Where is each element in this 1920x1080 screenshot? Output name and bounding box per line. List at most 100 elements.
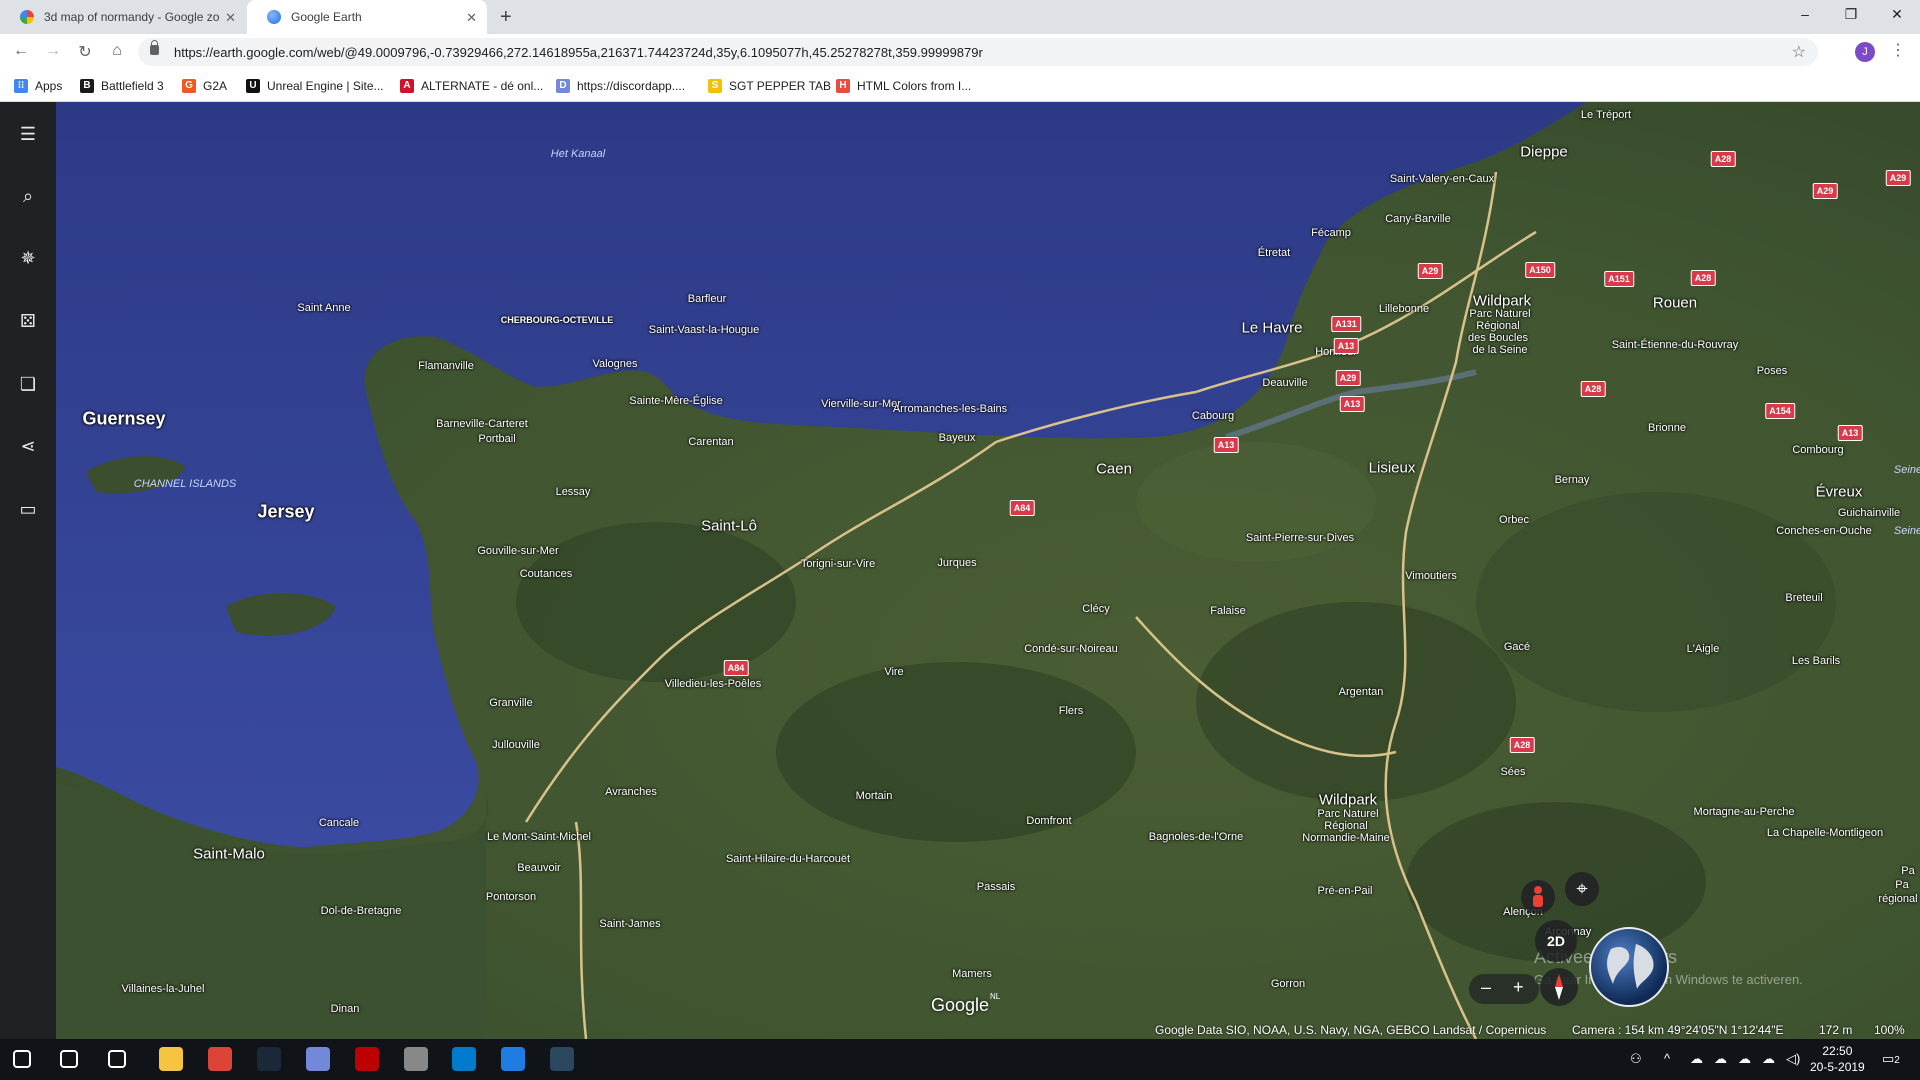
place-label: Cancale xyxy=(318,817,360,829)
onedrive-3-icon[interactable]: ☁ xyxy=(1738,1051,1751,1067)
mini-globe-icon[interactable] xyxy=(1589,927,1669,1007)
projects-icon[interactable]: ❏ xyxy=(14,370,42,398)
zoom-readout: 100% xyxy=(1874,1023,1905,1037)
voyager-icon[interactable]: ✵ xyxy=(14,244,42,272)
place-label: Normandie-Maine xyxy=(1302,832,1390,844)
place-label: Saint-Malo xyxy=(193,845,265,863)
place-label: Régional xyxy=(1476,320,1520,332)
place-label: Lessay xyxy=(555,486,591,498)
tab-google-earth[interactable]: Google Earth ✕ xyxy=(247,0,487,34)
place-label: Orbec xyxy=(1499,514,1529,526)
bookmark-favicon-icon: U xyxy=(246,79,260,93)
road-shield: A28 xyxy=(1710,151,1736,167)
minimize-button[interactable]: – xyxy=(1790,6,1820,22)
people-icon[interactable]: ⚇ xyxy=(1630,1051,1642,1067)
menu-icon[interactable]: ☰ xyxy=(14,120,42,148)
place-label: Cany-Barville xyxy=(1385,213,1451,225)
bookmarks-bar: ⁝⁝ Apps B Battlefield 3 G G2A U Unreal Engine |… xyxy=(0,70,1920,102)
bookmark-star-icon[interactable]: ☆ xyxy=(1792,42,1806,62)
bookmark-item[interactable]: B Battlefield 3 xyxy=(80,78,164,94)
volume-icon[interactable]: ◁) xyxy=(1786,1051,1800,1067)
restore-button[interactable]: ❐ xyxy=(1836,6,1866,23)
back-arrow-icon[interactable]: ← xyxy=(10,42,32,60)
address-bar[interactable]: https://earth.google.com/web/@49.0009796… xyxy=(138,38,1818,66)
chrome-icon[interactable] xyxy=(208,1047,232,1071)
zoom-out-button[interactable]: – xyxy=(1481,977,1491,998)
clock-date: 20-5-2019 xyxy=(1810,1060,1865,1074)
place-label: Villedieu-les-Poêles xyxy=(664,678,762,690)
country-badge: NL xyxy=(990,992,1001,1001)
place-label: Lillebonne xyxy=(1378,303,1430,315)
onedrive-2-icon[interactable]: ☁ xyxy=(1714,1051,1727,1067)
bookmark-favicon-icon: A xyxy=(400,79,414,93)
search-icon[interactable] xyxy=(60,1050,78,1068)
road-shield: A29 xyxy=(1885,170,1911,186)
toggle-2d-button[interactable]: 2D xyxy=(1535,920,1577,962)
tray-chevron-icon[interactable]: ^ xyxy=(1664,1051,1670,1066)
bookmark-item[interactable]: S SGT PEPPER TAB xyxy=(708,78,831,94)
file-explorer-icon[interactable] xyxy=(159,1047,183,1071)
place-label: Deauville xyxy=(1262,377,1308,389)
bookmark-item[interactable]: A ALTERNATE - dé onl... xyxy=(400,78,543,94)
bookmark-favicon-icon: G xyxy=(182,79,196,93)
close-tab-icon[interactable]: ✕ xyxy=(225,10,236,26)
bookmark-item[interactable]: H HTML Colors from I... xyxy=(836,78,971,94)
compass-icon[interactable] xyxy=(1540,968,1578,1006)
reload-icon[interactable]: ↻ xyxy=(74,42,96,62)
road-shield: A13 xyxy=(1339,396,1365,412)
google-logo: Google xyxy=(931,995,990,1015)
share-icon[interactable]: ⋖ xyxy=(14,432,42,460)
place-label: Gouville-sur-Mer xyxy=(477,545,559,557)
tab-strip: 3d map of normandy - Google zo ✕ Google … xyxy=(0,0,1920,34)
filezilla-icon[interactable] xyxy=(355,1047,379,1071)
firefox-icon[interactable] xyxy=(501,1047,525,1071)
notifications-icon[interactable]: ▭2 xyxy=(1882,1051,1900,1067)
measure-icon[interactable]: ▭ xyxy=(14,495,42,523)
road-shield: A29 xyxy=(1335,370,1361,386)
new-tab-button[interactable]: + xyxy=(500,6,512,29)
altitude-readout: 172 m xyxy=(1819,1023,1853,1037)
bookmark-favicon-icon: H xyxy=(836,79,850,93)
feeling-lucky-icon[interactable]: ⚄ xyxy=(14,307,42,335)
pegman-icon[interactable] xyxy=(1521,880,1555,914)
place-label: Combourg xyxy=(1792,444,1844,456)
earth-map-view[interactable]: Le Tréport Dieppe Het Kanaal Saint-Valery-e… xyxy=(56,102,1920,1039)
place-label: Seine xyxy=(1893,464,1920,476)
network-icon[interactable]: ☁ xyxy=(1762,1051,1775,1067)
place-label: Le Mont-Saint-Michel xyxy=(487,831,591,843)
windows-start-icon[interactable] xyxy=(13,1050,31,1068)
place-label: Jullouville xyxy=(492,739,540,751)
road-shield: A13 xyxy=(1837,425,1863,441)
bookmark-item[interactable]: G G2A xyxy=(182,78,227,94)
place-label: Étretat xyxy=(1257,247,1291,259)
notification-count: 2 xyxy=(1894,1055,1900,1066)
profile-avatar[interactable]: J xyxy=(1855,42,1875,62)
tab-search-results[interactable]: 3d map of normandy - Google zo ✕ xyxy=(0,0,246,34)
task-view-icon[interactable] xyxy=(108,1050,126,1068)
url-text[interactable]: https://earth.google.com/web/@49.0009796… xyxy=(174,45,983,60)
home-icon[interactable]: ⌂ xyxy=(106,42,128,60)
vscode-icon[interactable] xyxy=(452,1047,476,1071)
tab-title: 3d map of normandy - Google zo xyxy=(44,10,220,24)
place-label: Portbail xyxy=(478,433,516,445)
bookmark-item[interactable]: ⁝⁝ Apps xyxy=(14,78,62,94)
bookmark-item[interactable]: Dhttps://discordapp.... xyxy=(556,78,685,94)
discord-icon[interactable] xyxy=(306,1047,330,1071)
steam-2-icon[interactable] xyxy=(550,1047,574,1071)
my-location-icon[interactable]: ⌖ xyxy=(1565,872,1599,906)
bookmark-item[interactable]: U Unreal Engine | Site... xyxy=(246,78,384,94)
place-label: CHANNEL ISLANDS xyxy=(133,478,237,490)
close-window-button[interactable]: ✕ xyxy=(1882,6,1912,23)
search-icon[interactable]: ⌕ xyxy=(14,182,42,210)
place-label: Bernay xyxy=(1554,474,1590,486)
steam-icon[interactable] xyxy=(257,1047,281,1071)
more-menu-icon[interactable]: ⋮ xyxy=(1890,40,1906,60)
close-tab-icon[interactable]: ✕ xyxy=(466,10,477,26)
github-icon[interactable] xyxy=(404,1047,428,1071)
zoom-control: – + xyxy=(1469,974,1539,1004)
place-label: Mortagne-au-Perche xyxy=(1693,806,1795,818)
zoom-in-button[interactable]: + xyxy=(1513,977,1524,998)
taskbar-clock[interactable]: 22:50 20-5-2019 xyxy=(1810,1043,1865,1075)
forward-arrow-icon[interactable]: → xyxy=(42,42,64,60)
onedrive-icon[interactable]: ☁ xyxy=(1690,1051,1703,1067)
